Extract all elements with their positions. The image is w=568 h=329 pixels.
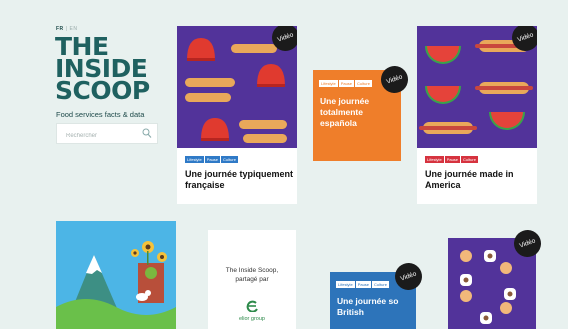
search-icon[interactable] bbox=[142, 128, 152, 139]
site-logo[interactable]: THE INSIDE SCOOP bbox=[55, 34, 163, 105]
tag-list: Lifestyle Pause Culture bbox=[185, 156, 238, 163]
promo-brand: elior group bbox=[239, 316, 265, 322]
card-title[interactable]: Une journée made in America bbox=[425, 169, 533, 191]
article-card-america[interactable]: Vidéo Lifestyle Pause Culture Une journé… bbox=[417, 26, 537, 204]
elior-logo-icon bbox=[245, 300, 259, 312]
tag-pause[interactable]: Pause bbox=[338, 80, 355, 87]
article-card-landscape[interactable] bbox=[56, 221, 176, 329]
logo-line-3: SCOOP bbox=[55, 76, 150, 105]
tag-list: Lifestyle Pause Culture bbox=[319, 80, 372, 87]
tag-lifestyle[interactable]: Lifestyle bbox=[319, 80, 338, 87]
article-card-espanola[interactable]: Lifestyle Pause Culture Vidéo Une journé… bbox=[313, 62, 412, 161]
search-box bbox=[56, 123, 158, 147]
tag-pause[interactable]: Pause bbox=[355, 281, 372, 288]
card-title[interactable]: Une journée so British bbox=[337, 296, 413, 318]
promo-card-elior[interactable]: The Inside Scoop, partagé par elior grou… bbox=[208, 230, 296, 329]
article-card-france[interactable]: Vidéo Lifestyle Pause Culture Une journé… bbox=[177, 26, 297, 204]
tag-pause[interactable]: Pause bbox=[444, 156, 461, 163]
card-title[interactable]: Une journée typiquement française bbox=[185, 169, 293, 191]
tag-culture[interactable]: Culture bbox=[372, 281, 389, 288]
tag-culture[interactable]: Culture bbox=[355, 80, 372, 87]
tag-culture[interactable]: Culture bbox=[461, 156, 478, 163]
tag-list: Lifestyle Pause Culture bbox=[425, 156, 478, 163]
tag-lifestyle[interactable]: Lifestyle bbox=[185, 156, 204, 163]
tag-pause[interactable]: Pause bbox=[204, 156, 221, 163]
search-input[interactable] bbox=[57, 125, 148, 147]
site-tagline: Food services facts & data bbox=[56, 110, 145, 119]
tag-list: Lifestyle Pause Culture bbox=[336, 281, 389, 288]
promo-text: The Inside Scoop, partagé par bbox=[225, 267, 279, 283]
tag-lifestyle[interactable]: Lifestyle bbox=[425, 156, 444, 163]
tag-lifestyle[interactable]: Lifestyle bbox=[336, 281, 355, 288]
video-badge: Vidéo bbox=[377, 62, 412, 97]
tag-culture[interactable]: Culture bbox=[221, 156, 238, 163]
card-image-landscape bbox=[56, 221, 176, 329]
card-title[interactable]: Une journée totalmente española bbox=[320, 96, 396, 129]
